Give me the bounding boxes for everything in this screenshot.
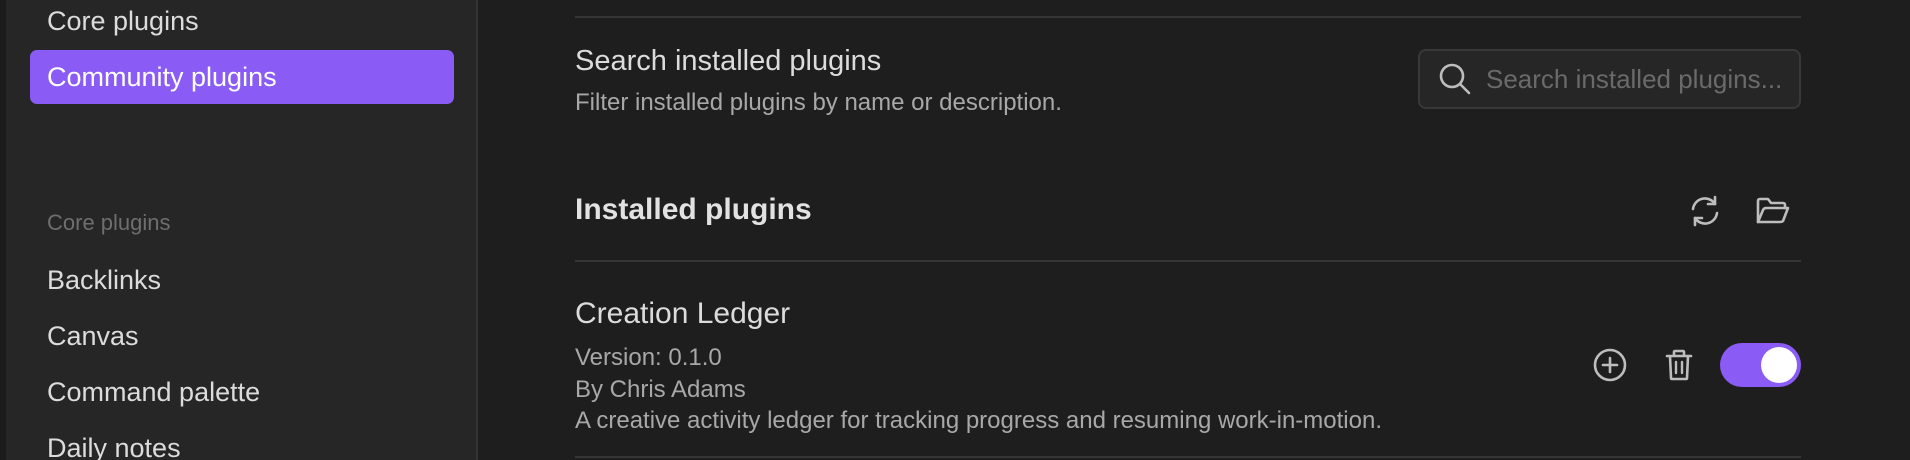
refresh-icon [1691, 195, 1719, 227]
folder-open-icon [1756, 197, 1790, 224]
installed-plugins-heading: Installed plugins [575, 193, 812, 226]
trash-icon [1665, 349, 1693, 381]
sidebar-item-daily-notes[interactable]: Daily notes [30, 421, 454, 460]
sidebar-item-label: Canvas [47, 320, 139, 351]
sidebar-item-label: Daily notes [47, 432, 181, 460]
search-box[interactable] [1418, 49, 1801, 109]
reload-plugins-button[interactable] [1687, 193, 1723, 229]
sidebar-heading-core-plugins: Core plugins [47, 210, 171, 235]
setting-name-search: Search installed plugins [575, 45, 882, 77]
sidebar-item-label: Core plugins [47, 5, 199, 36]
plugin-version: Version: 0.1.0 [575, 344, 722, 371]
settings-content: Search installed plugins Filter installe… [480, 0, 1910, 460]
sidebar-item-core-plugins[interactable]: Core plugins [30, 0, 454, 48]
uninstall-plugin-button[interactable] [1661, 347, 1697, 383]
plugin-name: Creation Ledger [575, 297, 791, 330]
settings-sidebar: Core plugins Community plugins Core plug… [0, 0, 478, 460]
divider [575, 456, 1801, 458]
plus-circle-icon [1593, 348, 1627, 382]
sidebar-item-community-plugins[interactable]: Community plugins [30, 50, 454, 104]
toggle-knob [1761, 347, 1797, 383]
divider [575, 260, 1801, 262]
sidebar-item-label: Community plugins [47, 61, 277, 92]
setting-description-search: Filter installed plugins by name or desc… [575, 89, 1062, 116]
search-input[interactable] [1486, 63, 1799, 95]
sidebar-item-command-palette[interactable]: Command palette [30, 365, 454, 419]
divider [575, 16, 1801, 18]
sidebar-item-backlinks[interactable]: Backlinks [30, 253, 454, 307]
sidebar-item-label: Command palette [47, 376, 261, 407]
plugin-options-button[interactable] [1592, 347, 1628, 383]
plugin-enable-toggle[interactable] [1720, 343, 1801, 387]
sidebar-item-label: Backlinks [47, 264, 162, 295]
open-plugins-folder-button[interactable] [1754, 193, 1792, 229]
sidebar-edge [0, 0, 6, 460]
plugin-description: A creative activity ledger for tracking … [575, 407, 1382, 434]
sidebar-item-canvas[interactable]: Canvas [30, 309, 454, 363]
settings-window: Core plugins Community plugins Core plug… [0, 0, 1910, 460]
plugin-author: By Chris Adams [575, 376, 746, 403]
search-icon [1439, 63, 1471, 95]
